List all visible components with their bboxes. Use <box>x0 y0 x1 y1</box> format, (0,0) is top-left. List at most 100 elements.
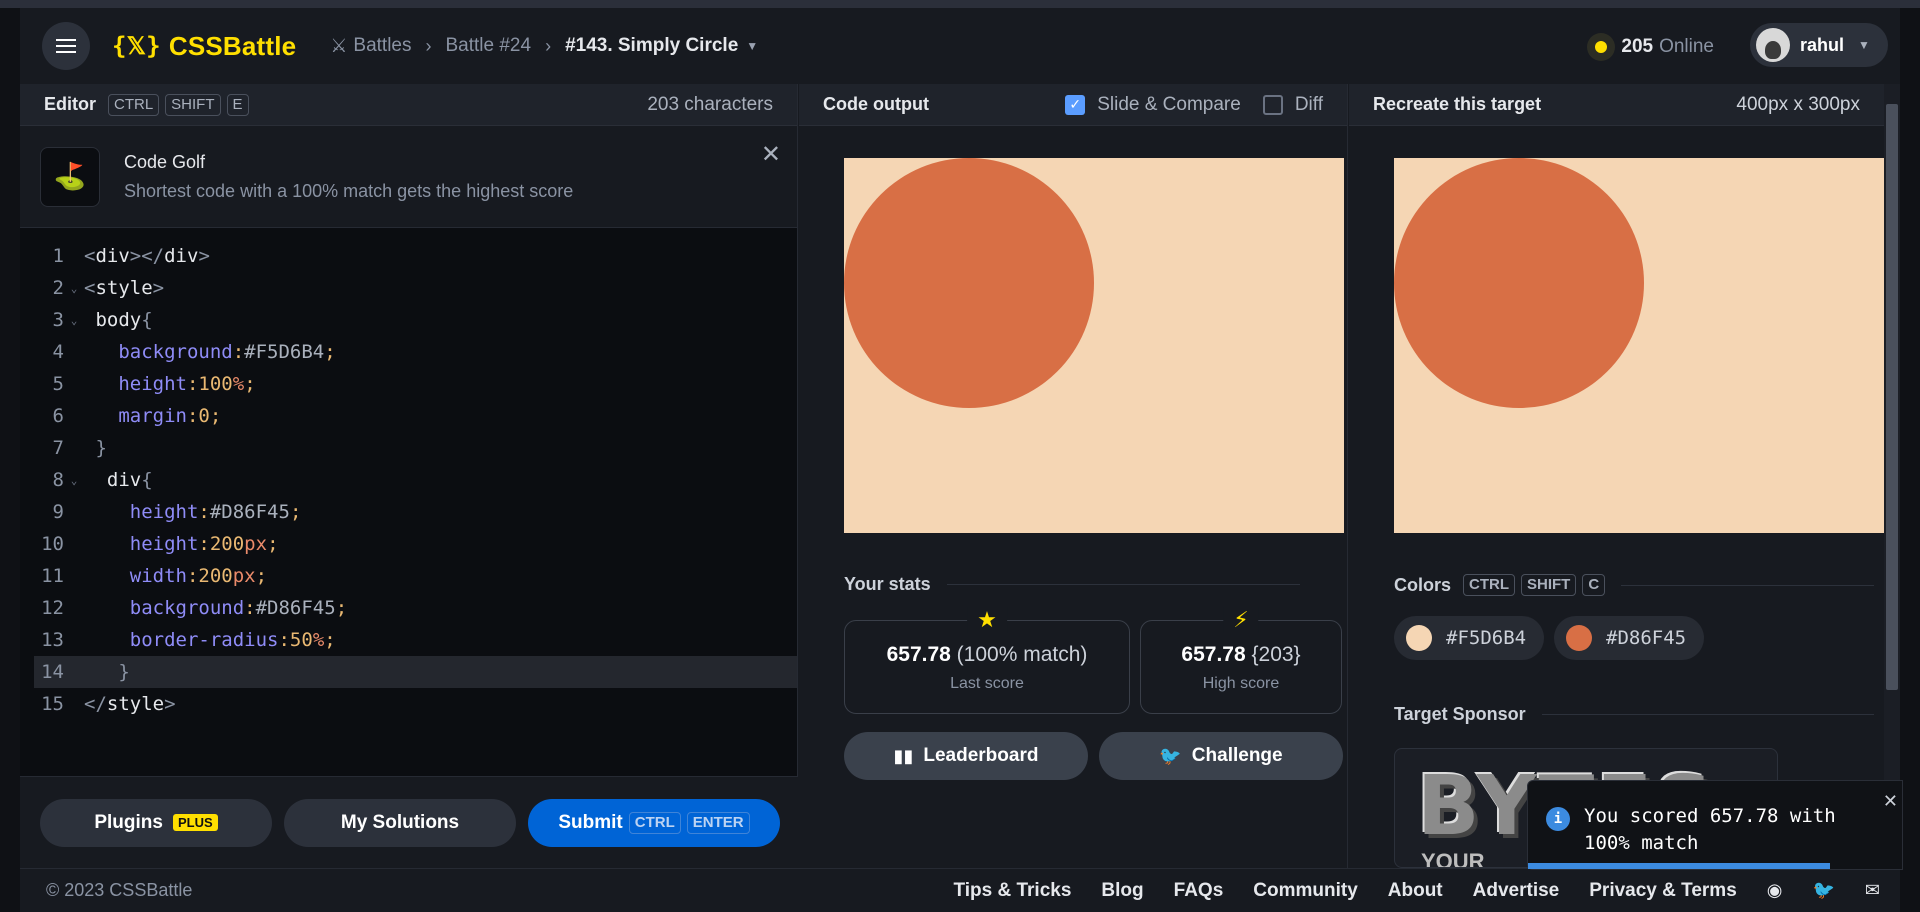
toast-progress <box>1528 863 1830 869</box>
online-count: 205 <box>1621 36 1654 57</box>
discord-icon[interactable]: ◉ <box>1767 880 1783 901</box>
close-icon[interactable]: ✕ <box>761 140 781 169</box>
target-header: Recreate this target 400px x 300px <box>1349 84 1884 126</box>
sponsor-sub: YOUR <box>1421 849 1485 868</box>
target-canvas[interactable] <box>1394 158 1894 533</box>
code-line: 4 background:#F5D6B4; <box>52 341 336 363</box>
shortcut-key: CTRL <box>108 93 160 116</box>
last-score-value: 657.78 <box>886 643 951 666</box>
footer-link-privacy[interactable]: Privacy & Terms <box>1589 880 1737 902</box>
code-line: 10 height:200px; <box>41 533 279 555</box>
user-name: rahul <box>1800 34 1845 55</box>
target-title: Recreate this target <box>1373 94 1542 114</box>
score-toast: i You scored 657.78 with 100% match ✕ <box>1527 780 1903 870</box>
high-score-chars: {203} <box>1251 643 1301 666</box>
submit-button[interactable]: Submit CTRL ENTER <box>528 798 780 847</box>
star-icon: ★ <box>967 607 1007 633</box>
plugins-label: Plugins <box>94 811 163 833</box>
leaderboard-button[interactable]: ▮▮ Leaderboard <box>844 732 1088 780</box>
shortcut-key: SHIFT <box>1521 574 1577 596</box>
user-menu[interactable]: rahul ▼ <box>1750 23 1888 67</box>
app-window: {𝕏} CSSBattle ⚔ Battles › Battle #24 › #… <box>20 8 1900 912</box>
color-swatch-cream[interactable]: #F5D6B4 <box>1394 616 1545 660</box>
sponsor-heading: Target Sponsor <box>1394 704 1874 725</box>
bolt-icon: ⚡ <box>1223 607 1259 633</box>
diff-label: Diff <box>1294 93 1323 115</box>
mail-icon[interactable]: ✉ <box>1865 880 1880 901</box>
target-panel: Recreate this target 400px x 300px Color… <box>1349 84 1894 868</box>
logo-text: CSSBattle <box>168 30 297 61</box>
code-golf-banner: ⛳ Code Golf Shortest code with a 100% ma… <box>20 126 797 228</box>
chevron-down-icon[interactable]: ▼ <box>746 39 758 53</box>
color-hex: #F5D6B4 <box>1446 627 1527 649</box>
code-line: 1 <div></div> <box>52 245 210 267</box>
footer-link-tips[interactable]: Tips & Tricks <box>953 880 1071 902</box>
menu-button[interactable] <box>42 22 90 70</box>
target-circle <box>1394 158 1644 408</box>
breadcrumb: ⚔ Battles › Battle #24 › #143. Simply Ci… <box>330 35 758 58</box>
breadcrumb-target[interactable]: #143. Simply Circle <box>565 35 738 57</box>
colors-title: Colors <box>1394 574 1452 595</box>
diff-checkbox[interactable]: Diff <box>1262 93 1323 116</box>
leaderboard-label: Leaderboard <box>923 745 1039 766</box>
code-line: 5 height:100%; <box>52 373 256 395</box>
code-output-canvas[interactable] <box>844 158 1344 533</box>
golf-flag-icon: ⛳ <box>40 146 100 207</box>
last-score-label: Last score <box>950 675 1024 692</box>
twitter-icon[interactable]: 🐦 <box>1812 880 1834 901</box>
breadcrumb-battles[interactable]: Battles <box>353 35 411 57</box>
high-score-label: High score <box>1202 675 1280 692</box>
code-line: 11 width:200px; <box>41 565 268 587</box>
code-line-active: 14 } <box>34 656 797 688</box>
toast-message: You scored 657.78 with 100% match <box>1584 805 1836 854</box>
footer-link-about[interactable]: About <box>1388 880 1443 902</box>
checkmark-icon: ✓ <box>1065 94 1086 115</box>
code-line: 13 border-radius:50%; <box>41 629 336 651</box>
slide-compare-checkbox[interactable]: ✓ Slide & Compare <box>1065 94 1241 116</box>
my-solutions-button[interactable]: My Solutions <box>284 798 516 847</box>
color-swatch-orange[interactable]: #D86F45 <box>1554 616 1705 660</box>
shortcut-key: CTRL <box>1463 574 1516 596</box>
challenge-button[interactable]: 🐦 Challenge <box>1099 732 1343 780</box>
twitter-icon: 🐦 <box>1159 745 1182 766</box>
scrollbar-thumb[interactable] <box>1886 104 1898 690</box>
code-line: 2 ⌄ <style> <box>52 277 165 299</box>
copyright: © 2023 CSSBattle <box>46 880 193 900</box>
code-line: 8 ⌄ div{ <box>52 469 153 491</box>
online-dot-icon <box>1587 33 1616 61</box>
avatar <box>1756 28 1790 62</box>
footer-link-advertise[interactable]: Advertise <box>1473 880 1560 902</box>
breadcrumb-battle[interactable]: Battle #24 <box>445 35 531 57</box>
shortcut-key: C <box>1582 574 1606 596</box>
online-label: Online <box>1659 36 1714 57</box>
editor-panel: Editor CTRL SHIFT E 203 characters ⛳ Cod… <box>20 84 798 868</box>
top-header: {𝕏} CSSBattle ⚔ Battles › Battle #24 › #… <box>20 8 1900 84</box>
footer-link-faqs[interactable]: FAQs <box>1174 880 1224 902</box>
editor-footer: Plugins PLUS My Solutions Submit CTRL EN… <box>20 776 798 868</box>
code-editor[interactable]: 1 <div></div> 2 ⌄ <style> 3 ⌄ body{ 4 backgr… <box>20 228 797 720</box>
golf-title: Code Golf <box>124 151 206 172</box>
scrollbar[interactable] <box>1884 84 1900 868</box>
browser-top-strip <box>0 0 1920 8</box>
stats-heading: Your stats <box>844 574 1300 595</box>
code-line: 15 </style> <box>41 693 176 715</box>
plugins-button[interactable]: Plugins PLUS <box>40 798 272 847</box>
footer-link-community[interactable]: Community <box>1253 880 1358 902</box>
last-score-match: (100% match) <box>956 643 1088 666</box>
online-indicator: 205 Online <box>1587 32 1714 62</box>
bar-chart-icon: ▮▮ <box>893 745 914 766</box>
chevron-down-icon: ▼ <box>1858 38 1870 52</box>
logo[interactable]: {𝕏} CSSBattle <box>112 31 296 62</box>
footer: © 2023 CSSBattle Tips & Tricks Blog FAQs… <box>20 868 1900 912</box>
shortcut-key: SHIFT <box>165 93 221 116</box>
shortcut-key: ENTER <box>686 811 750 834</box>
code-line: 7 } <box>52 437 107 459</box>
footer-link-blog[interactable]: Blog <box>1101 880 1143 902</box>
plus-badge: PLUS <box>172 814 218 831</box>
code-line: 12 background:#D86F45; <box>41 597 348 619</box>
shortcut-key: CTRL <box>628 811 681 834</box>
close-icon[interactable]: ✕ <box>1883 791 1898 812</box>
color-dot <box>1566 625 1592 651</box>
output-header: Code output ✓ Slide & Compare Diff <box>799 84 1347 126</box>
code-line: 6 margin:0; <box>52 405 222 427</box>
